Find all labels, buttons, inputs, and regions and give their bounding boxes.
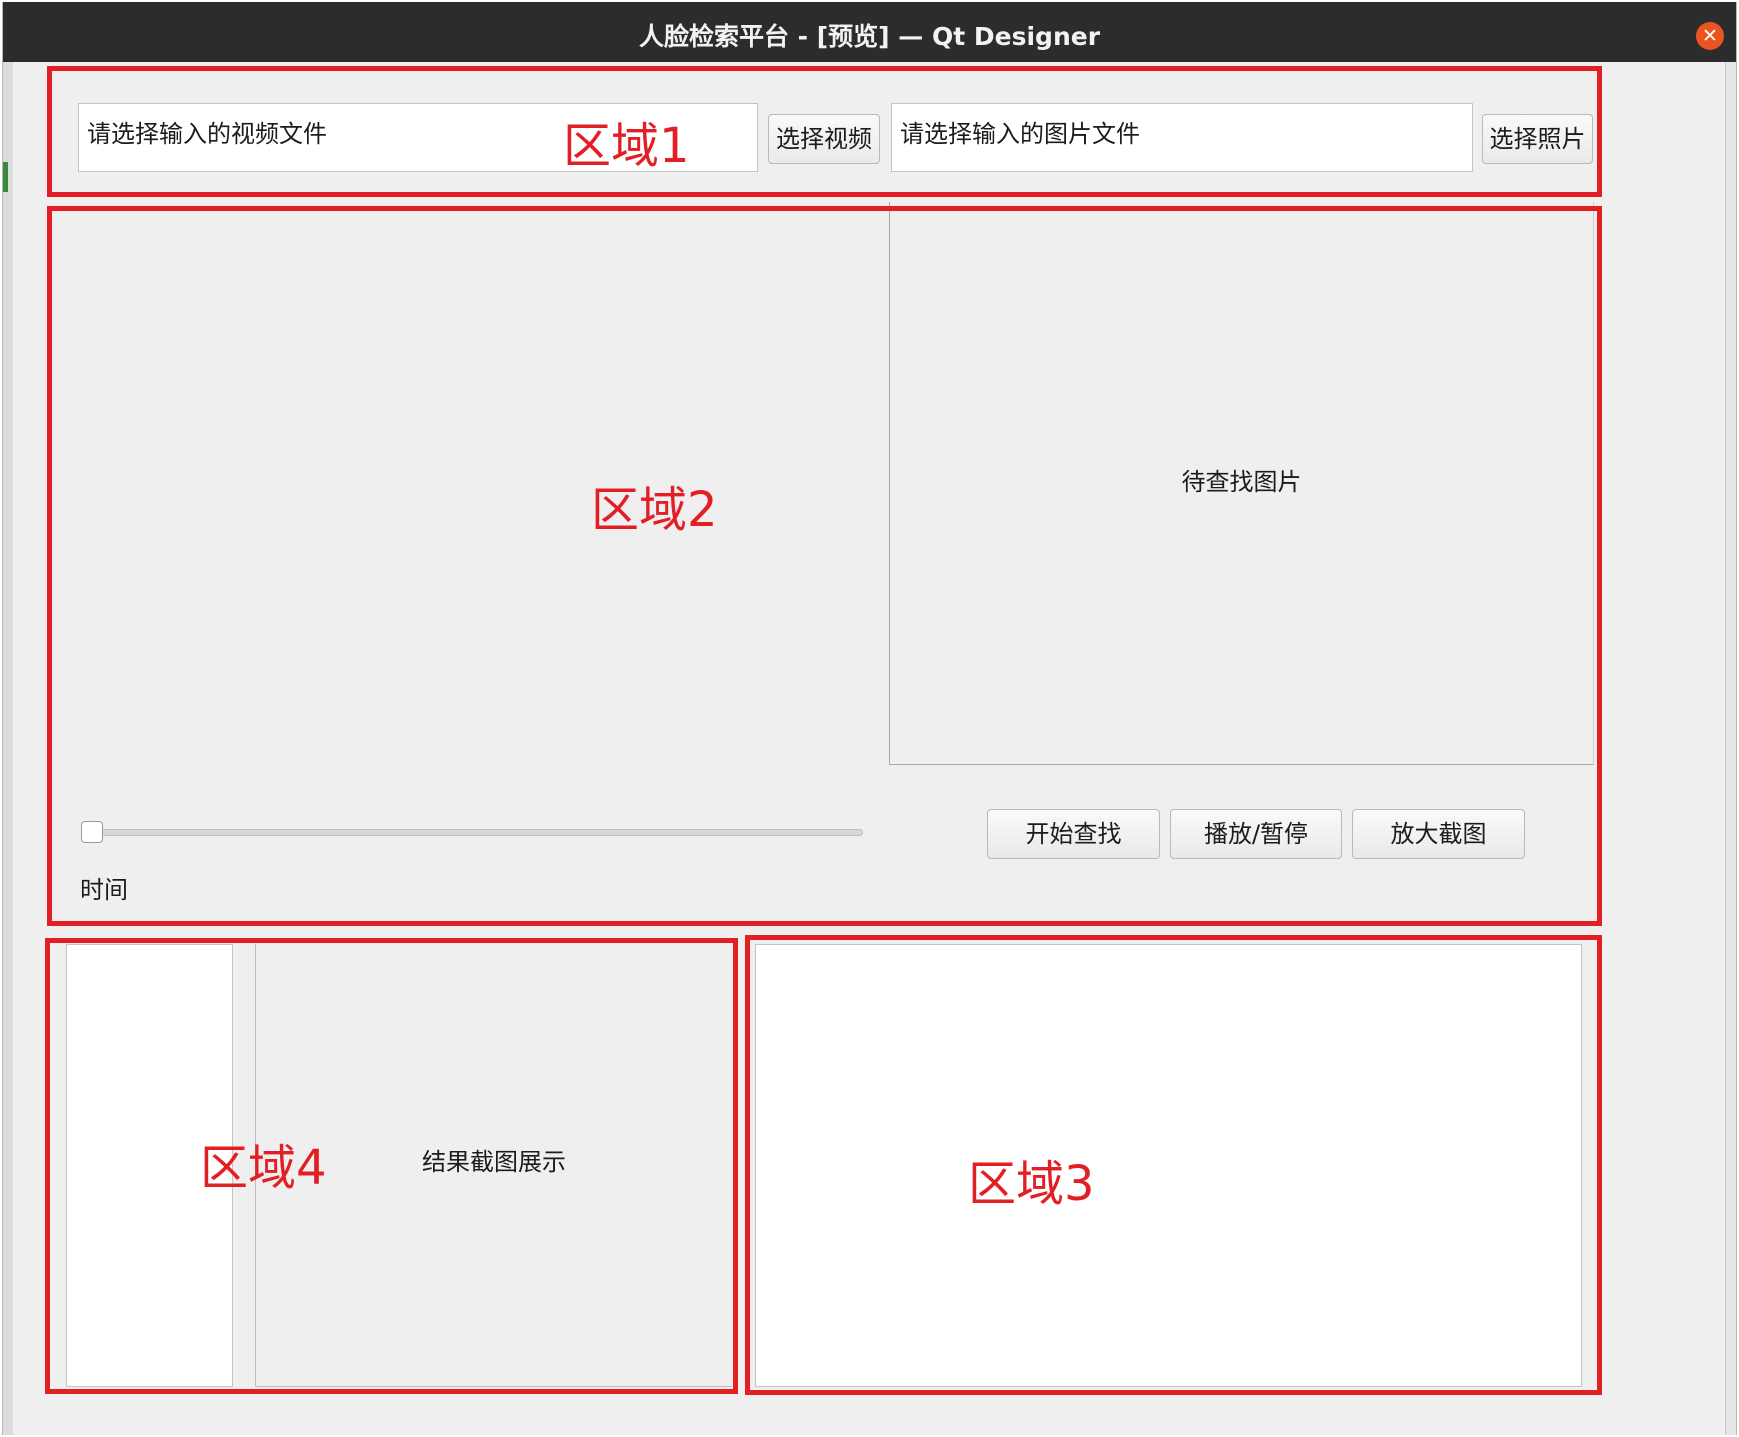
- window-title: 人脸检索平台 - [预览] — Qt Designer: [638, 22, 1101, 51]
- select-photo-button[interactable]: 选择照片: [1482, 114, 1593, 164]
- query-image-panel: 待查找图片: [889, 202, 1594, 765]
- zoom-screenshot-button[interactable]: 放大截图: [1352, 809, 1525, 859]
- time-slider-track[interactable]: [83, 829, 863, 836]
- region-1-label: 区域1: [563, 118, 690, 174]
- result-display-area[interactable]: [755, 944, 1582, 1387]
- title-bar: 人脸检索平台 - [预览] — Qt Designer ✕: [3, 2, 1736, 62]
- play-pause-button[interactable]: 播放/暂停: [1170, 809, 1342, 859]
- image-file-input[interactable]: 请选择输入的图片文件: [891, 103, 1473, 172]
- app-window: 人脸检索平台 - [预览] — Qt Designer ✕ 请选择输入的视频文件…: [2, 2, 1737, 1435]
- time-label: 时间: [80, 876, 128, 904]
- query-image-label: 待查找图片: [1181, 468, 1302, 496]
- result-screenshot-panel: 结果截图展示: [255, 944, 732, 1387]
- time-slider-handle[interactable]: [81, 821, 103, 843]
- select-video-button[interactable]: 选择视频: [768, 114, 880, 164]
- close-icon[interactable]: ✕: [1696, 22, 1724, 50]
- background-window-edge: [3, 62, 13, 1435]
- background-marker: [3, 162, 8, 192]
- region-2-label: 区域2: [591, 482, 718, 538]
- region-3-label: 区域3: [968, 1156, 1095, 1212]
- window-right-edge: [1725, 62, 1736, 1435]
- start-search-button[interactable]: 开始查找: [987, 809, 1160, 859]
- result-screenshot-label: 结果截图展示: [422, 1148, 566, 1176]
- region-4-label: 区域4: [200, 1140, 327, 1196]
